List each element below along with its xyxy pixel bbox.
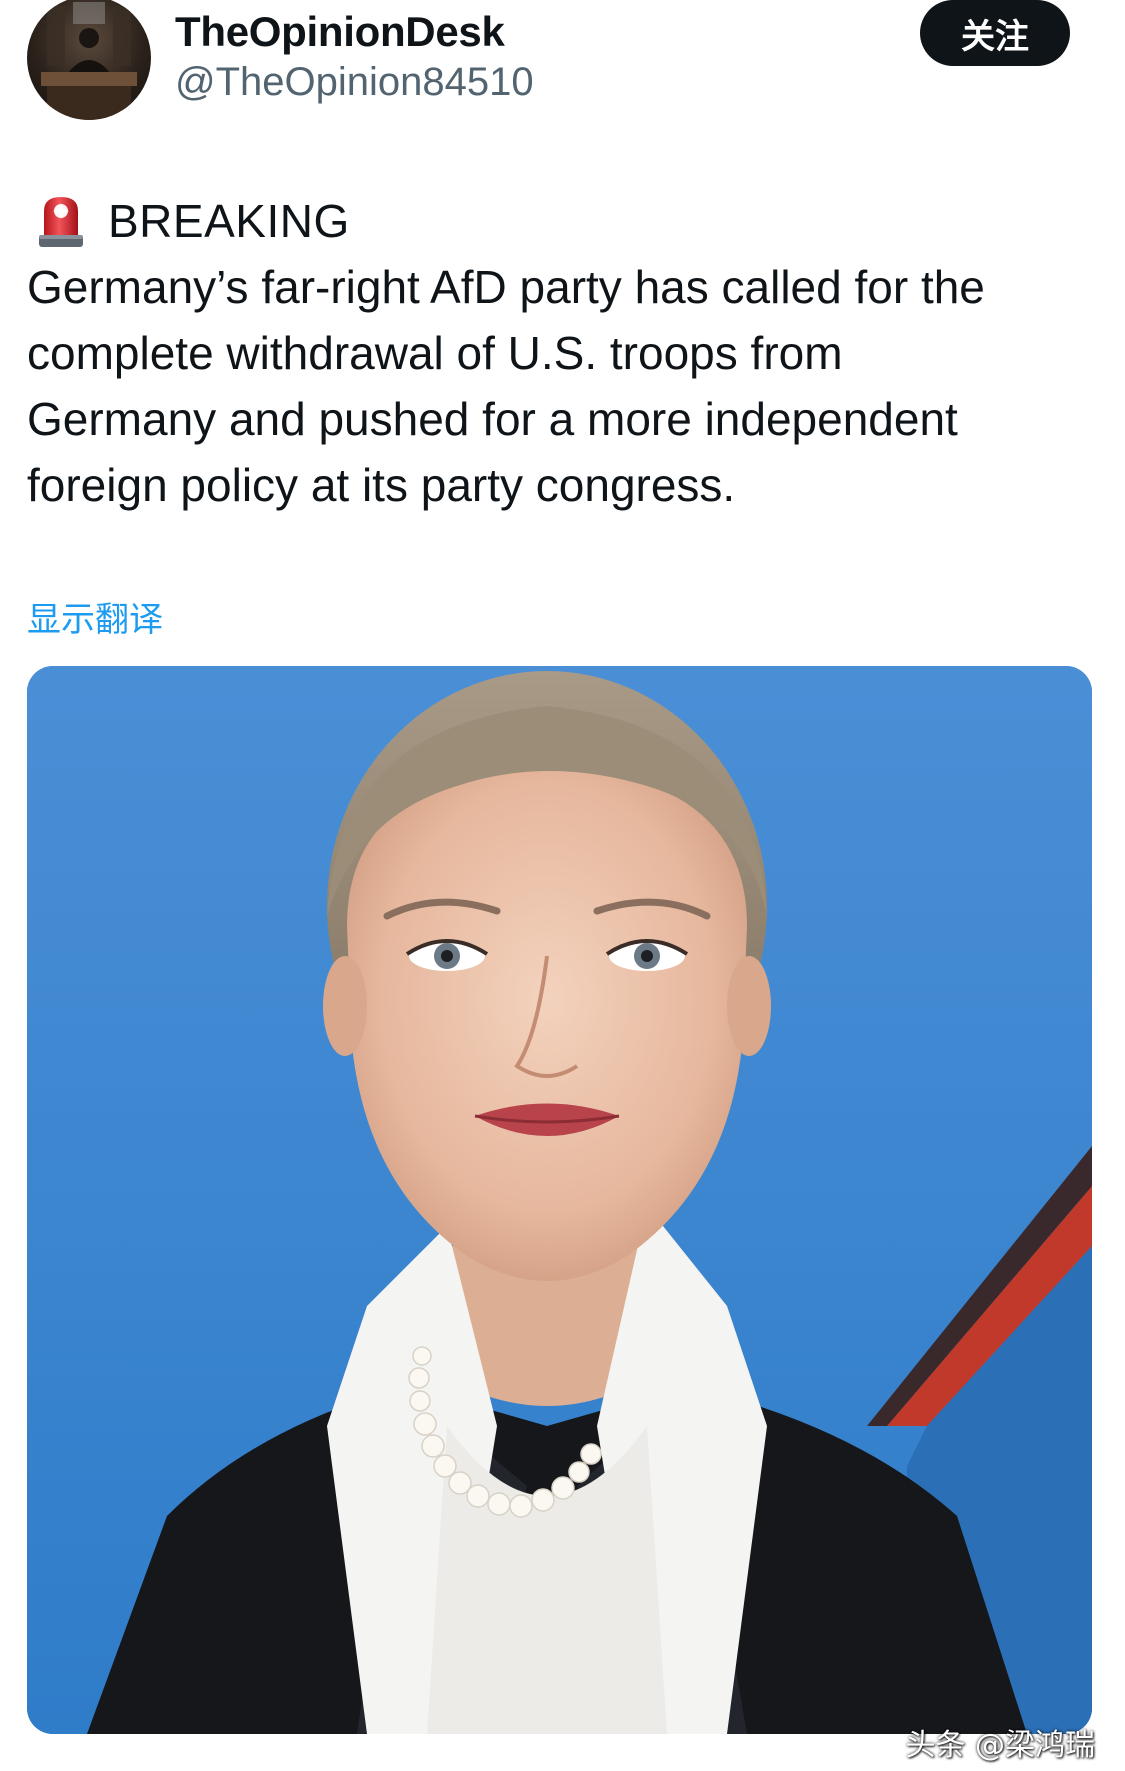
breaking-line: BREAKING [27, 188, 1097, 254]
breaking-label: BREAKING [108, 195, 350, 247]
author-display-name[interactable]: TheOpinionDesk [175, 8, 505, 56]
police-siren-icon [34, 191, 88, 251]
tweet-header: TheOpinionDesk @TheOpinion84510 关注 [0, 0, 1125, 130]
author-handle[interactable]: @TheOpinion84510 [175, 60, 534, 105]
tweet-text: BREAKING Germany’s far-right AfD party h… [27, 188, 1097, 518]
show-translation-link[interactable]: 显示翻译 [27, 592, 163, 641]
tweet-media-image[interactable] [27, 666, 1092, 1734]
watermark: 头条 @梁鸿瑞 [905, 1728, 1095, 1763]
tweet-body: Germany’s far-right AfD party has called… [27, 261, 985, 511]
author-avatar[interactable] [27, 0, 151, 120]
follow-button[interactable]: 关注 [920, 0, 1070, 66]
